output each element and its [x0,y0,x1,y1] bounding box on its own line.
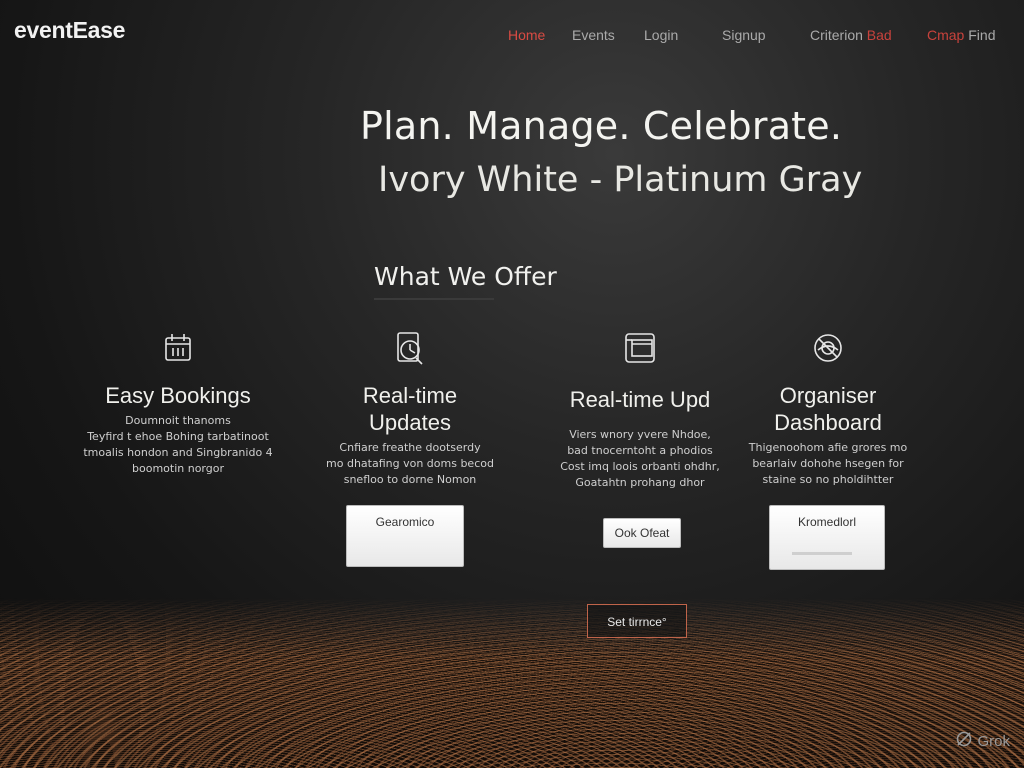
cta-button[interactable]: Set tirrnce° [587,604,687,638]
feature-card-updates: Real-time Updates Cnfiare freathe dootse… [310,330,510,488]
feature-description: Viers wnory yvere Nhdoe, bad tnocerntoht… [560,428,720,489]
nav-criterion-link[interactable]: Criterion Bad [810,27,892,43]
feature-button-label: Gearomico [375,515,435,529]
feature-card-bookings: Easy Bookings Doumnoit thanoms Teyfird t… [78,330,278,477]
terrain-background [0,598,1024,768]
feature-title: Organiser Dashboard [774,383,882,435]
feature-button-label: Ook Ofeat [614,526,670,540]
nav-signup-link[interactable]: Signup [722,27,766,43]
feature-realtime-button[interactable]: Ook Ofeat [603,518,681,548]
feature-card-dashboard: Organiser Dashboard Thigenoohom afie gro… [728,330,928,488]
feature-card-realtime: Real-time Upd Viers wnory yvere Nhdoe, b… [540,330,740,491]
nav-events-link[interactable]: Events [572,27,615,43]
section-title: What We Offer [374,262,557,291]
hero-subtitle: Ivory White - Platinum Gray [378,160,863,200]
landing-page: eventEase Home Events Login Signup Crite… [0,0,1024,768]
nav-find-link[interactable]: Cmap Find [927,27,995,43]
nav-login-link[interactable]: Login [644,27,678,43]
grok-logo-icon [955,730,973,752]
section-divider [374,298,494,300]
nav-criterion-label: Criterion [810,27,863,43]
nav-criterion-accent: Bad [866,27,892,43]
document-icon [622,330,658,366]
nav-home-link[interactable]: Home [508,27,545,43]
placeholder-bar [792,552,852,555]
feature-description: Doumnoit thanoms Teyfird t ehoe Bohing t… [83,414,273,475]
brand-logo[interactable]: eventEase [14,17,125,44]
watermark: Grok [955,730,1010,752]
feature-dashboard-button[interactable]: Kromedlorl [769,505,885,570]
feature-updates-button[interactable]: Gearomico [346,505,464,567]
nav-cmap-accent: Cmap [927,27,965,43]
calendar-icon [160,330,196,366]
feature-description: Cnfiare freathe dootserdy mo dhatafing v… [326,441,494,486]
feature-button-label: Kromedlorl [797,515,857,529]
hero-title: Plan. Manage. Celebrate. [360,104,843,148]
feature-title: Real-time Upd [569,387,711,412]
feature-description: Thigenoohom afie grores mo bearlaiv doho… [748,441,908,486]
clock-icon [392,330,428,366]
watermark-text: Grok [977,732,1010,750]
feature-title: Easy Bookings [105,383,251,408]
dashboard-icon [810,330,846,366]
nav-find-label: Find [968,27,996,43]
feature-title: Real-time Updates [362,383,458,435]
